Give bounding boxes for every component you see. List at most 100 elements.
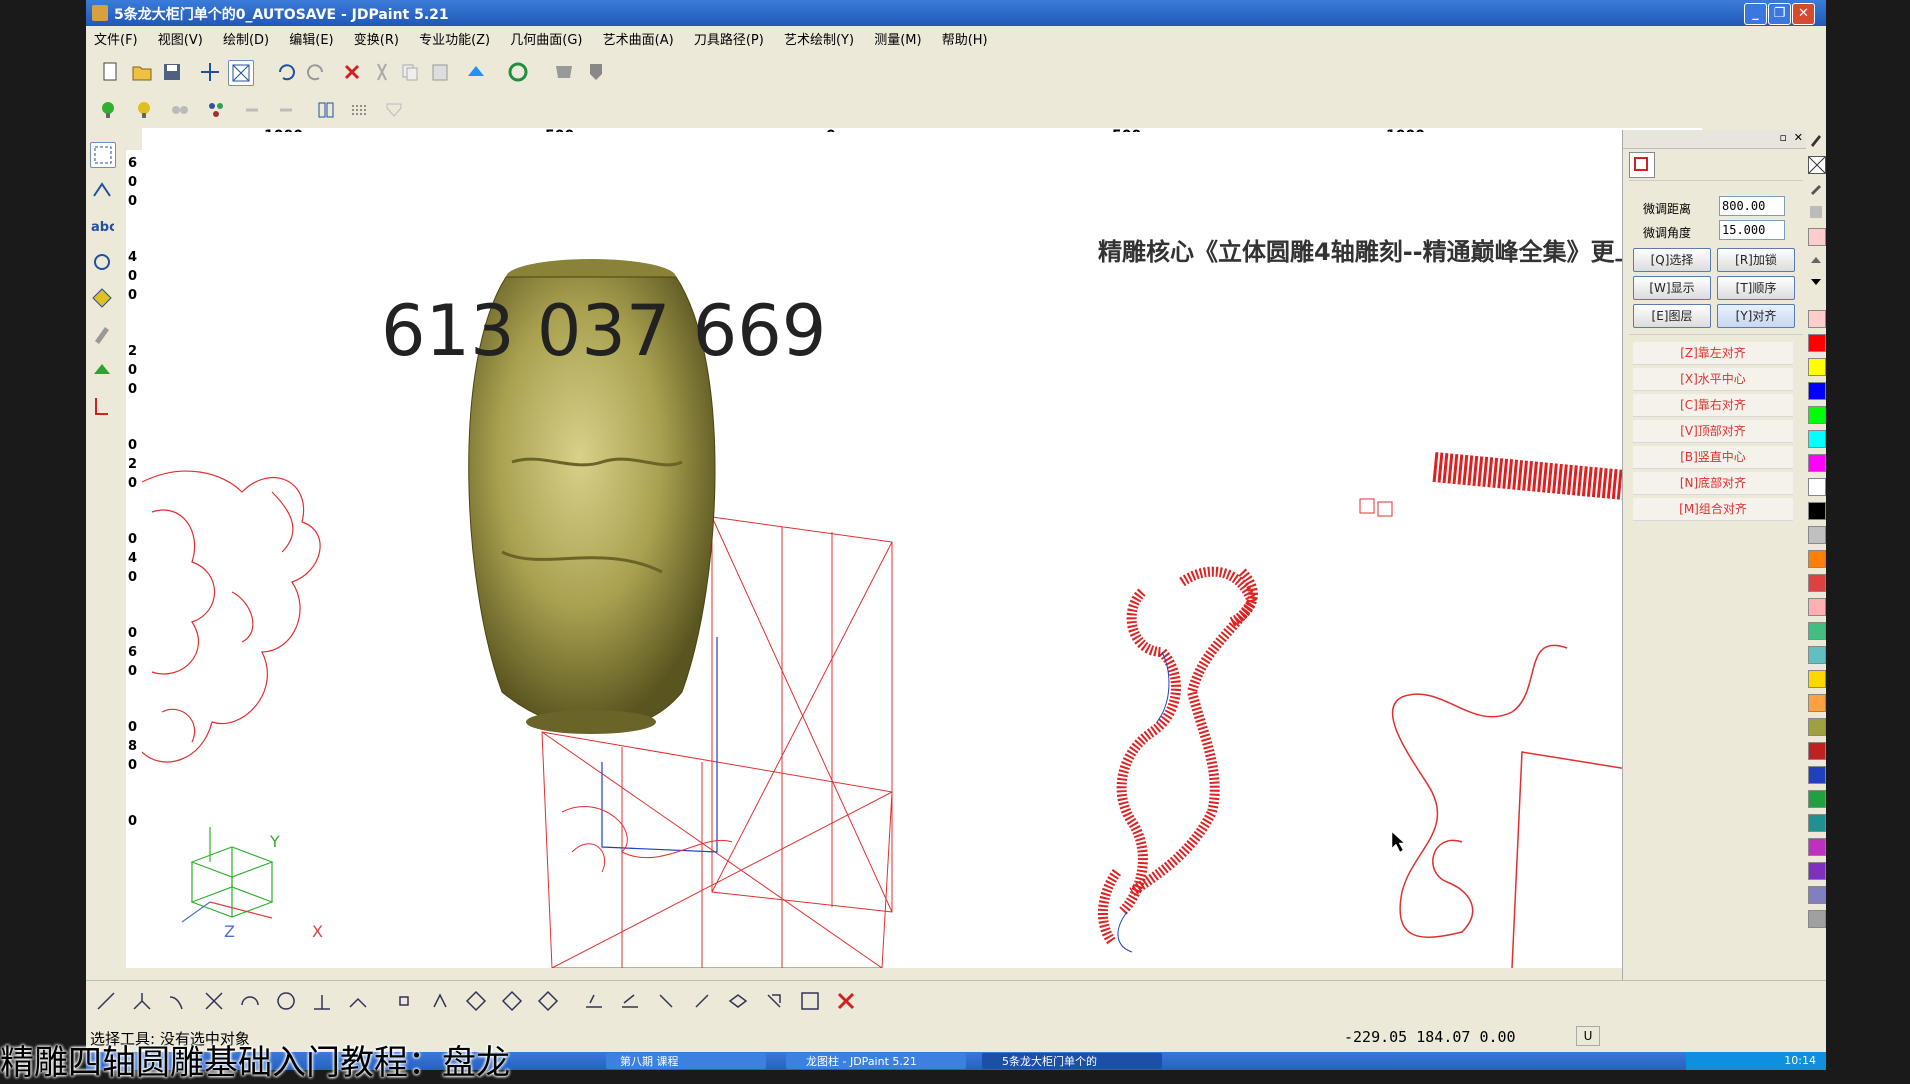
layers-icon[interactable] [168,98,192,122]
palette-swatch[interactable] [1808,766,1826,784]
menu-professional[interactable]: 专业功能(Z) [411,26,498,48]
maximize-button[interactable]: ❐ [1768,3,1791,25]
measure-tool-icon[interactable] [90,394,114,418]
delete-icon[interactable] [340,60,364,84]
tangent-tool-icon[interactable] [346,989,370,1013]
select-tool-icon[interactable] [90,142,116,168]
transform-tool-icon[interactable] [726,989,750,1013]
palette-swatch[interactable] [1808,670,1826,688]
bulb-yellow-icon[interactable] [132,98,156,122]
wrap-icon[interactable] [382,98,406,122]
shape-tool-icon[interactable] [90,250,114,274]
palette-swatch[interactable] [1808,646,1826,664]
palette-swatch[interactable] [1808,358,1826,376]
palette-swatch[interactable] [1808,622,1826,640]
menu-measure[interactable]: 测量(M) [866,26,929,48]
taskbar-item[interactable]: 龙图柱 - JDPaint 5.21 [786,1053,966,1069]
surface-tool-icon[interactable] [90,358,114,382]
align-hcenter-item[interactable]: [X]水平中心 [1633,368,1793,391]
paste-icon[interactable] [428,60,452,84]
cut-icon[interactable] [370,60,394,84]
save-icon[interactable] [160,60,184,84]
menu-help[interactable]: 帮助(H) [934,26,996,48]
join-tool-icon[interactable] [690,989,714,1013]
palette-swatch[interactable] [1808,862,1826,880]
menu-art-draw[interactable]: 艺术绘制(Y) [776,26,862,48]
fine-angle-input[interactable] [1719,220,1785,240]
node-edit-icon[interactable] [90,178,114,202]
eyedropper-icon[interactable] [1808,180,1824,196]
palette-swatch[interactable] [1808,694,1826,712]
menu-file[interactable]: 文件(F) [86,26,146,48]
close-button[interactable]: ✕ [1792,3,1815,25]
palette-swatch[interactable] [1808,910,1826,928]
palette-swatch[interactable] [1808,228,1826,246]
diamond-tool-icon[interactable] [90,286,114,310]
menu-view[interactable]: 视图(V) [150,26,211,48]
palette-swatch[interactable] [1808,334,1826,352]
delete-red-icon[interactable] [834,989,858,1013]
arc-tool-icon[interactable] [166,989,190,1013]
bulb-green-icon[interactable] [96,98,120,122]
layer-button[interactable]: [E]图层 [1633,304,1711,328]
palette-swatch[interactable] [1808,886,1826,904]
menu-geometry-surface[interactable]: 几何曲面(G) [502,26,590,48]
order-button[interactable]: [T]顺序 [1717,276,1795,300]
taskbar-item[interactable]: 第八期 课程 [606,1053,766,1069]
array-icon[interactable] [348,98,372,122]
palette-swatch[interactable] [1808,790,1826,808]
perpendicular-tool-icon[interactable] [310,989,334,1013]
palette-swatch[interactable] [1808,310,1826,328]
palette-swatch[interactable] [1808,598,1826,616]
display-button[interactable]: [W]显示 [1633,276,1711,300]
taskbar-item-active[interactable]: 5条龙大柜门单个的 [982,1053,1162,1069]
panel-restore-icon[interactable]: ▫ [1780,131,1787,144]
no-color-icon[interactable] [1808,156,1826,174]
align-vcenter-item[interactable]: [B]竖直中心 [1633,446,1793,469]
menu-toolpath[interactable]: 刀具路径(P) [686,26,772,48]
extend-tool-icon[interactable] [582,989,606,1013]
palette-swatch[interactable] [1808,382,1826,400]
menu-transform[interactable]: 变换(R) [346,26,407,48]
lock-button[interactable]: [R]加锁 [1717,248,1795,272]
fine-distance-input[interactable] [1719,196,1785,216]
arrow-icon[interactable] [274,98,298,122]
undo-icon[interactable] [274,60,298,84]
align-button[interactable]: [Y]对齐 [1717,304,1795,328]
pen-icon[interactable] [1808,132,1824,148]
redo-icon[interactable] [304,60,328,84]
minimize-button[interactable]: _ [1744,3,1767,25]
align-left-item[interactable]: [Z]靠左对齐 [1633,342,1793,365]
panel-close-icon[interactable]: ✕ [1794,131,1803,144]
palette-swatch[interactable] [1808,502,1826,520]
ungroup-icon[interactable] [240,98,264,122]
align-top-item[interactable]: [V]顶部对齐 [1633,420,1793,443]
palette-scroll-down-icon[interactable] [1808,274,1824,288]
line-tool-icon[interactable] [94,989,118,1013]
polyline-tool-icon[interactable] [130,989,154,1013]
palette-swatch[interactable] [1808,742,1826,760]
mirror-icon[interactable] [314,98,338,122]
circle-tool-icon[interactable] [274,989,298,1013]
diamond-snap2-icon[interactable] [500,989,524,1013]
palette-swatch[interactable] [1808,430,1826,448]
menu-draw[interactable]: 绘制(D) [215,26,277,48]
palette-swatch[interactable] [1808,550,1826,568]
render-icon[interactable] [464,60,488,84]
palette-swatch[interactable] [1808,718,1826,736]
menu-art-surface[interactable]: 艺术曲面(A) [595,26,682,48]
copy-icon[interactable] [398,60,422,84]
group-icon[interactable] [204,98,228,122]
align-right-item[interactable]: [C]靠右对齐 [1633,394,1793,417]
node-snap-icon[interactable] [428,989,452,1013]
diamond-snap-icon[interactable] [464,989,488,1013]
offset-tool-icon[interactable] [762,989,786,1013]
palette-swatch[interactable] [1808,454,1826,472]
center-snap-icon[interactable] [392,989,416,1013]
panel-tab-select-icon[interactable] [1629,152,1655,178]
crosshair-icon[interactable] [198,60,222,84]
shield-right-icon[interactable] [584,60,608,84]
pattern-icon[interactable] [1808,204,1824,220]
diamond-snap3-icon[interactable] [536,989,560,1013]
text-tool-icon[interactable]: abc [90,214,117,238]
